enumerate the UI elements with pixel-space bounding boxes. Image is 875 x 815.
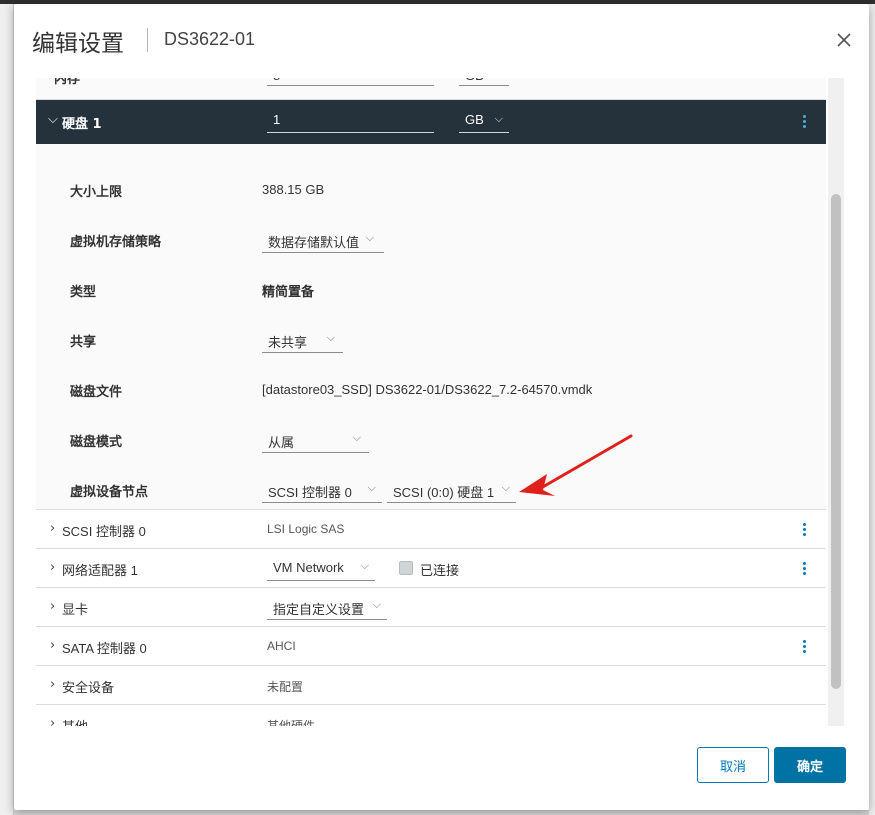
device-row-scsi[interactable]: › SCSI 控制器 0 LSI Logic SAS xyxy=(36,510,826,549)
chevron-down-icon[interactable]: ⌵ xyxy=(48,112,58,127)
device-value: 未配置 xyxy=(267,680,304,694)
memory-row: 内存 8 GB xyxy=(36,78,826,100)
device-label: 安全设备 xyxy=(62,680,115,695)
max-size-label: 大小上限 xyxy=(70,185,123,200)
video-card-select[interactable]: 指定自定义设置 ⌵ xyxy=(267,596,387,620)
scsi-controller-select[interactable]: SCSI 控制器 0 ⌵ xyxy=(262,479,382,503)
cancel-button[interactable]: 取消 xyxy=(697,747,769,783)
dialog-title: 编辑设置 xyxy=(32,31,124,57)
device-label: SCSI 控制器 0 xyxy=(62,524,146,539)
edit-settings-dialog: 编辑设置 DS3622-01 内存 8 GB ⌵ 硬盘 1 1 GB xyxy=(14,4,869,810)
chevron-right-icon[interactable]: › xyxy=(50,599,55,614)
disk-file-label: 磁盘文件 xyxy=(70,385,123,400)
chevron-down-icon: ⌵ xyxy=(501,482,510,494)
sharing-label: 共享 xyxy=(70,335,97,350)
type-label: 类型 xyxy=(70,285,97,300)
device-label: SATA 控制器 0 xyxy=(62,641,147,656)
device-row-network[interactable]: › 网络适配器 1 VM Network ⌵ 已连接 xyxy=(36,549,826,588)
chevron-down-icon: ⌵ xyxy=(372,599,381,611)
settings-scroll-area[interactable]: 内存 8 GB ⌵ 硬盘 1 1 GB ⌵ 大小上限 388.15 GB xyxy=(36,78,826,726)
disk-file-value: [datastore03_SSD] DS3622-01/DS3622_7.2-6… xyxy=(262,382,593,397)
sata-more-icon[interactable] xyxy=(799,638,809,656)
dialog-header: 编辑设置 DS3622-01 xyxy=(14,4,869,74)
device-row-video[interactable]: › 显卡 指定自定义设置 ⌵ xyxy=(36,588,826,627)
memory-input[interactable]: 8 xyxy=(267,78,434,86)
close-icon[interactable] xyxy=(835,31,853,49)
disk1-label: 硬盘 1 xyxy=(62,117,102,132)
memory-label: 内存 xyxy=(54,78,81,87)
device-row-security[interactable]: › 安全设备 未配置 xyxy=(36,666,826,705)
chevron-right-icon[interactable]: › xyxy=(50,638,55,653)
chevron-right-icon[interactable]: › xyxy=(50,716,55,726)
device-row-sata[interactable]: › SATA 控制器 0 AHCI xyxy=(36,627,826,666)
chevron-down-icon: ⌵ xyxy=(352,432,361,444)
annotation-arrow-icon xyxy=(519,434,633,496)
chevron-down-icon: ⌵ xyxy=(494,113,503,125)
virtual-device-node-label: 虚拟设备节点 xyxy=(70,485,149,500)
device-row-other[interactable]: › 其他 其他硬件 xyxy=(36,705,826,726)
scsi-more-icon[interactable] xyxy=(799,521,809,539)
chevron-right-icon[interactable]: › xyxy=(50,521,55,536)
disk1-details: 大小上限 388.15 GB 虚拟机存储策略 数据存储默认值 ⌵ 类型 精简置备… xyxy=(36,144,826,510)
scrollbar-thumb[interactable] xyxy=(831,194,841,689)
device-label: 其他 xyxy=(62,716,88,726)
dialog-subtitle: DS3622-01 xyxy=(164,29,256,49)
chevron-down-icon: ⌵ xyxy=(326,332,335,344)
title-divider xyxy=(147,28,148,52)
disk-mode-select[interactable]: 从属 ⌵ xyxy=(262,429,369,453)
chevron-down-icon: ⌵ xyxy=(360,560,369,572)
scsi-node-select[interactable]: SCSI (0:0) 硬盘 1 ⌵ xyxy=(387,479,516,503)
background-right-panel xyxy=(869,4,875,815)
storage-policy-select[interactable]: 数据存储默认值 ⌵ xyxy=(262,229,384,253)
disk1-unit-select[interactable]: GB ⌵ xyxy=(459,109,509,133)
disk1-size-input[interactable]: 1 xyxy=(267,109,434,133)
device-label: 网络适配器 1 xyxy=(62,563,138,578)
chevron-right-icon[interactable]: › xyxy=(50,677,55,692)
ok-button[interactable]: 确定 xyxy=(774,747,846,783)
connected-label: 已连接 xyxy=(420,563,460,578)
device-label: 显卡 xyxy=(62,602,89,617)
chevron-down-icon: ⌵ xyxy=(367,482,376,494)
disk1-header-row[interactable]: ⌵ 硬盘 1 1 GB ⌵ xyxy=(36,100,826,144)
connected-checkbox[interactable] xyxy=(399,561,413,575)
network-select[interactable]: VM Network ⌵ xyxy=(267,557,375,581)
storage-policy-label: 虚拟机存储策略 xyxy=(70,235,162,250)
disk-mode-label: 磁盘模式 xyxy=(70,435,123,450)
chevron-down-icon: ⌵ xyxy=(365,232,374,244)
type-value: 精简置备 xyxy=(262,285,315,300)
background-left-panel xyxy=(0,4,14,815)
disk1-more-icon[interactable] xyxy=(799,113,809,131)
device-value: AHCI xyxy=(267,639,296,653)
sharing-select[interactable]: 未共享 ⌵ xyxy=(262,329,343,353)
chevron-right-icon[interactable]: › xyxy=(50,560,55,575)
device-value: LSI Logic SAS xyxy=(267,522,345,536)
network-more-icon[interactable] xyxy=(799,560,809,578)
max-size-value: 388.15 GB xyxy=(262,182,325,197)
memory-unit-select[interactable]: GB xyxy=(459,78,509,86)
device-value: 其他硬件 xyxy=(267,719,316,726)
